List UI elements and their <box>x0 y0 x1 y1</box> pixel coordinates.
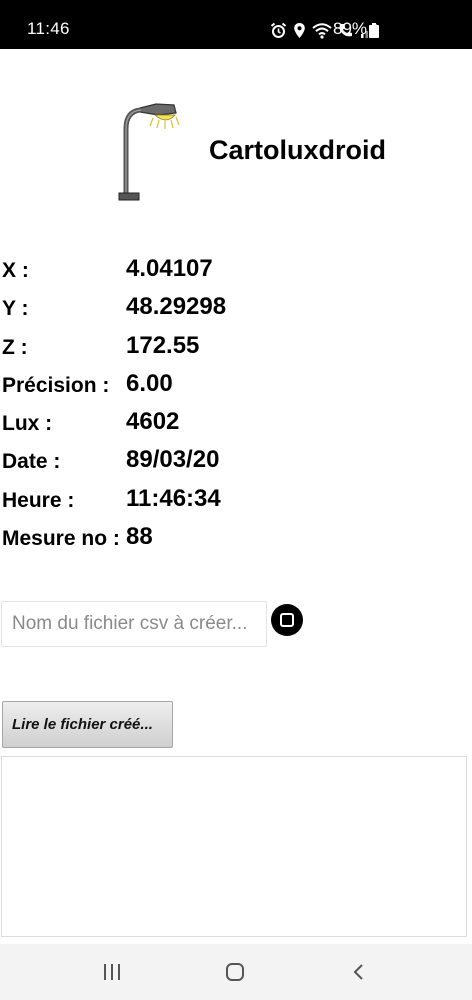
reading-label: Date : <box>2 450 61 474</box>
reading-label: Z : <box>2 335 28 359</box>
stop-icon <box>280 613 294 627</box>
csv-filename-input[interactable] <box>1 601 267 647</box>
wifi-icon <box>312 22 332 39</box>
battery-percent: 89% <box>333 19 368 38</box>
read-file-button[interactable]: Lire le fichier créé... <box>2 701 173 748</box>
location-icon <box>294 22 305 38</box>
reading-value: 88 <box>126 523 153 551</box>
reading-row-date: Date : 89/03/20 <box>2 446 472 484</box>
reading-value: 11:46:34 <box>126 484 221 512</box>
reading-value: 172.55 <box>126 331 200 359</box>
reading-label: X : <box>2 259 29 282</box>
reading-row-precision: Précision : 6.00 <box>2 370 472 408</box>
app-header: Cartoluxdroid <box>0 49 472 229</box>
record-toggle-button[interactable] <box>271 604 303 636</box>
reading-value: 6.00 <box>126 369 173 397</box>
battery-icon <box>369 23 379 38</box>
alarm-icon <box>270 22 287 38</box>
home-icon[interactable] <box>225 962 245 982</box>
readings-list: X : 4.04107 Y : 48.29298 Z : 172.55 Préc… <box>2 255 472 561</box>
reading-label: Lux : <box>2 412 53 436</box>
file-content-output[interactable] <box>1 756 467 937</box>
reading-value: 48.29298 <box>126 293 227 321</box>
reading-label: Précision : <box>2 373 110 397</box>
recent-apps-icon[interactable] <box>102 963 122 981</box>
reading-row-measure-number: Mesure no : 88 <box>2 523 472 561</box>
app-title: Cartoluxdroid <box>209 135 387 165</box>
reading-row-lux: Lux : 4602 <box>2 408 472 446</box>
reading-row-time: Heure : 11:46:34 <box>2 485 472 523</box>
nav-bar <box>0 944 472 1000</box>
reading-value: 89/03/20 <box>126 446 220 474</box>
reading-value: 4602 <box>126 408 180 436</box>
back-icon[interactable] <box>351 963 365 981</box>
status-time: 11:46 <box>27 19 70 38</box>
street-lamp-icon <box>118 103 180 201</box>
status-bar: 11:46 89% <box>0 0 472 49</box>
reading-row-x: X : 4.04107 <box>2 255 472 293</box>
reading-row-z: Z : 172.55 <box>2 332 472 370</box>
reading-label: Heure : <box>2 488 75 512</box>
reading-label: Mesure no : <box>2 527 120 551</box>
reading-label: Y : <box>2 297 29 321</box>
reading-value: 4.04107 <box>126 255 213 282</box>
reading-row-y: Y : 48.29298 <box>2 293 472 331</box>
